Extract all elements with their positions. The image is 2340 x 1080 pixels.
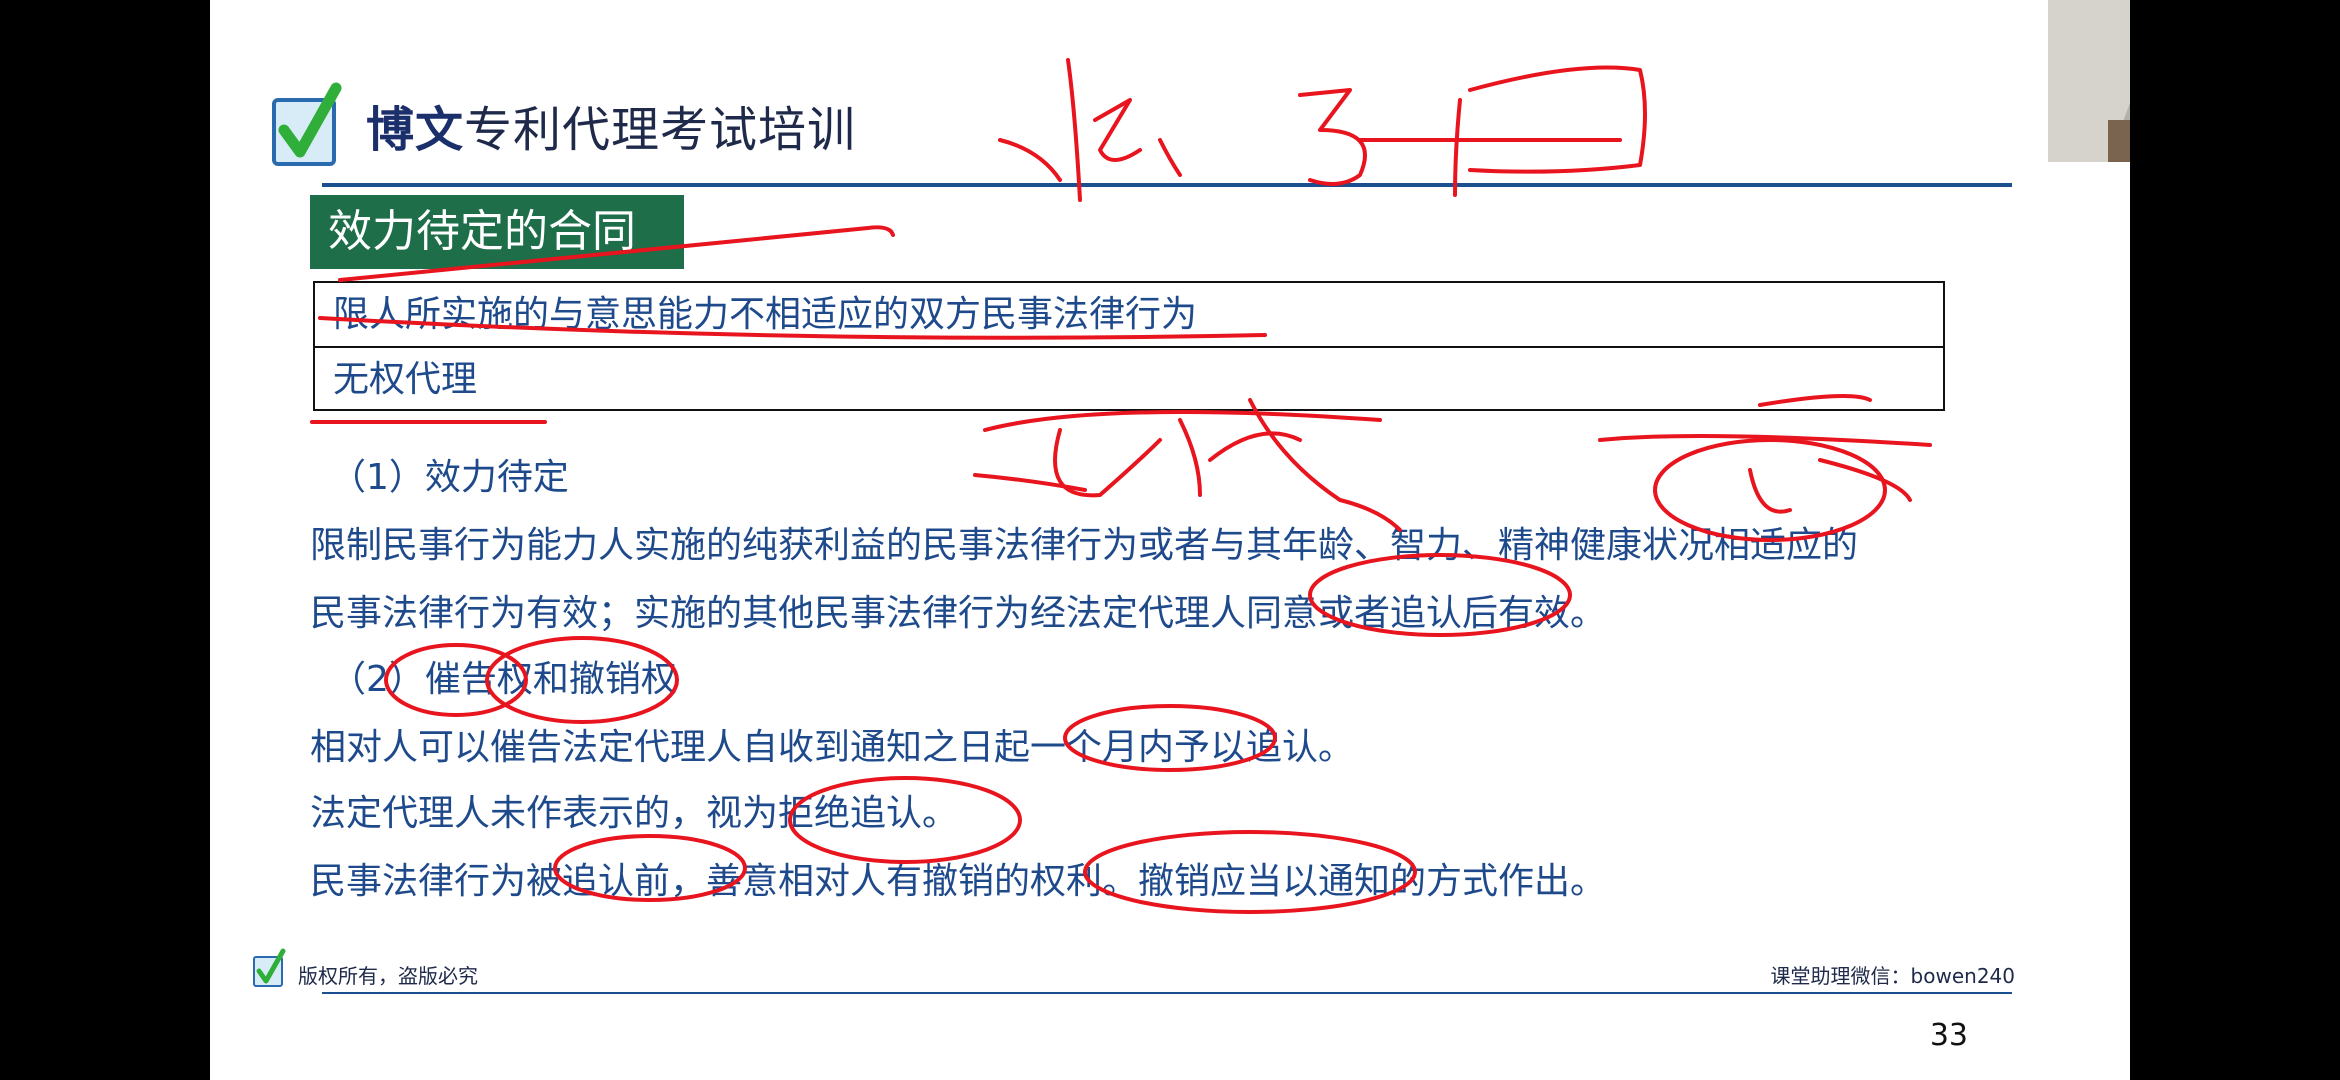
- header-divider: [322, 183, 2012, 187]
- webcam-video: [2048, 0, 2130, 162]
- point1-heading: （1）效力待定: [330, 457, 569, 498]
- checkmark-logo-icon: [272, 82, 342, 166]
- case-table: 限人所实施的与意思能力不相适应的双方民事法律行为 无权代理: [313, 281, 1945, 411]
- header-brand: 博文: [366, 102, 465, 158]
- point1-line1: 限制民事行为能力人实施的纯获利益的民事法律行为或者与其年龄、智力、精神健康状况相…: [310, 525, 1859, 566]
- case-table-row: 限人所实施的与意思能力不相适应的双方民事法律行为: [333, 294, 1198, 335]
- footer-contact: 课堂助理微信：bowen240: [1770, 964, 2015, 988]
- case-table-row: 无权代理: [315, 346, 1943, 409]
- slide: 博文专利代理考试培训 效力待定的合同 限人所实施的与意思能力不相适应的双方民事法…: [210, 0, 2130, 1080]
- header-title-rest: 专利代理考试培训: [464, 102, 857, 158]
- footer-copyright: 版权所有，盗版必究: [298, 964, 478, 988]
- checkmark-logo-icon: [253, 948, 286, 987]
- point2-line3: 民事法律行为被追认前，善意相对人有撤销的权利。撤销应当以通知的方式作出。: [310, 861, 1607, 902]
- header-title: 博文专利代理考试培训: [366, 90, 856, 160]
- point2-line2: 法定代理人未作表示的，视为拒绝追认。: [310, 793, 959, 834]
- webcam-scene: [2048, 0, 2130, 162]
- point2-heading: （2）催告权和撤销权: [330, 659, 677, 700]
- point2-line1: 相对人可以催告法定代理人自收到通知之日起一个月内予以追认。: [310, 727, 1355, 768]
- section-title-badge: 效力待定的合同: [310, 195, 684, 269]
- footer-divider: [322, 992, 2012, 994]
- page-number: 33: [1929, 1018, 1968, 1053]
- point1-line2: 民事法律行为有效；实施的其他民事法律行为经法定代理人同意或者追认后有效。: [310, 593, 1607, 634]
